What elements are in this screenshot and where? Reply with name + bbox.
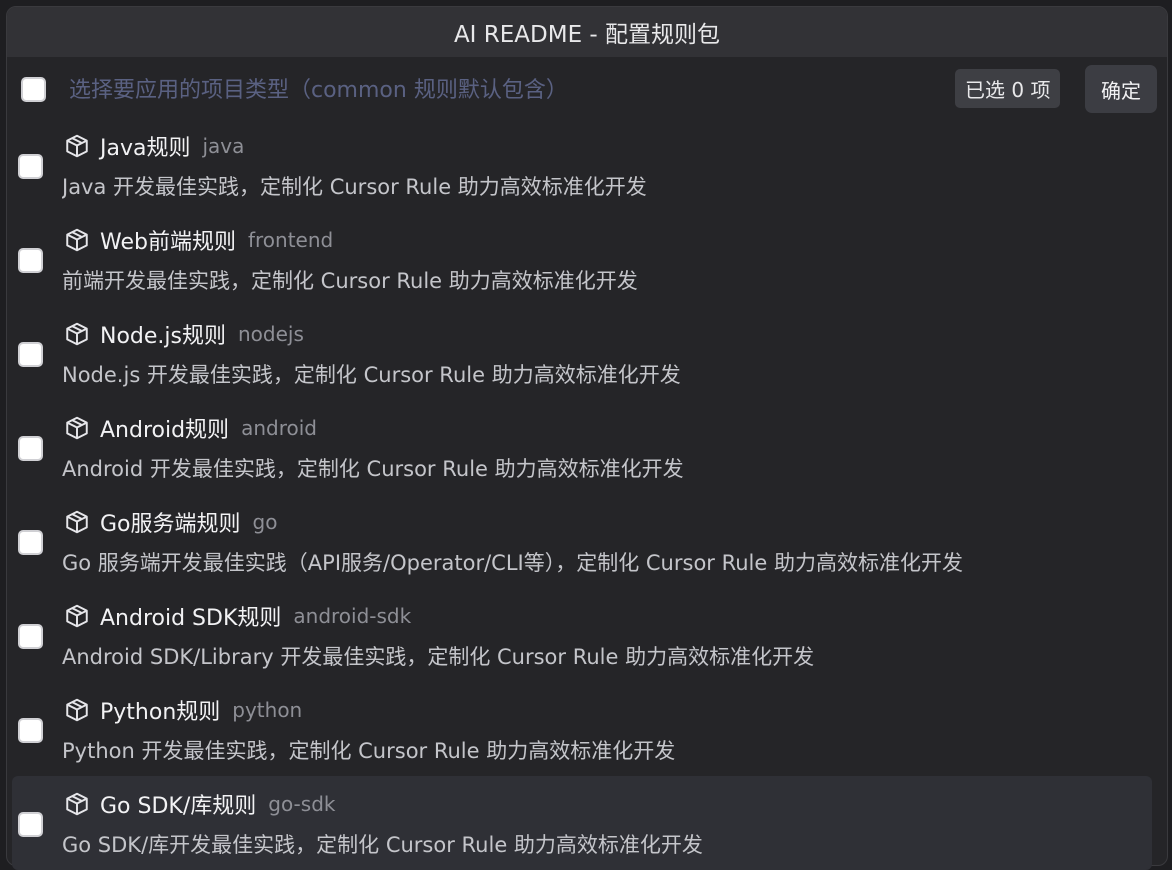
item-checkbox[interactable] (18, 530, 43, 555)
list-item[interactable]: Python规则 python Python 开发最佳实践，定制化 Cursor… (12, 682, 1152, 776)
item-name: Android规则 (100, 418, 230, 443)
list-item[interactable]: Android SDK规则 android-sdk Android SDK/Li… (12, 588, 1152, 682)
package-icon (64, 227, 90, 253)
item-name: Web前端规则 (100, 230, 236, 255)
item-name: Go服务端规则 (100, 512, 241, 537)
item-name: Android SDK规则 (100, 606, 282, 631)
package-icon (64, 415, 90, 441)
item-checkbox[interactable] (18, 624, 43, 649)
item-checkbox[interactable] (18, 812, 43, 837)
item-description: Go 服务端开发最佳实践（API服务/Operator/CLI等），定制化 Cu… (62, 551, 963, 575)
package-icon (64, 603, 90, 629)
package-icon (64, 321, 90, 347)
item-id: android-sdk (293, 604, 412, 628)
rule-list: Java规则 java Java 开发最佳实践，定制化 Cursor Rule … (12, 118, 1152, 870)
picker-header: 已选 0 项 确定 (7, 57, 1167, 121)
item-id: go (252, 510, 278, 534)
select-all-checkbox[interactable] (21, 77, 46, 102)
list-item[interactable]: Java规则 java Java 开发最佳实践，定制化 Cursor Rule … (12, 118, 1152, 212)
item-id: java (202, 134, 245, 158)
item-description: Node.js 开发最佳实践，定制化 Cursor Rule 助力高效标准化开发 (62, 363, 681, 387)
item-description: Android 开发最佳实践，定制化 Cursor Rule 助力高效标准化开发 (62, 457, 684, 481)
package-icon (64, 697, 90, 723)
item-checkbox[interactable] (18, 248, 43, 273)
item-id: android (241, 416, 317, 440)
selected-count-badge: 已选 0 项 (955, 69, 1061, 108)
item-description: Android SDK/Library 开发最佳实践，定制化 Cursor Ru… (62, 645, 815, 669)
list-item[interactable]: Web前端规则 frontend 前端开发最佳实践，定制化 Cursor Rul… (12, 212, 1152, 306)
item-checkbox[interactable] (18, 718, 43, 743)
item-checkbox[interactable] (18, 342, 43, 367)
item-name: Java规则 (100, 136, 191, 161)
item-description: 前端开发最佳实践，定制化 Cursor Rule 助力高效标准化开发 (62, 269, 638, 293)
item-description: Python 开发最佳实践，定制化 Cursor Rule 助力高效标准化开发 (62, 739, 676, 763)
list-item[interactable]: Node.js规则 nodejs Node.js 开发最佳实践，定制化 Curs… (12, 306, 1152, 400)
list-item[interactable]: Go服务端规则 go Go 服务端开发最佳实践（API服务/Operator/C… (12, 494, 1152, 588)
package-icon (64, 133, 90, 159)
list-item[interactable]: Android规则 android Android 开发最佳实践，定制化 Cur… (12, 400, 1152, 494)
package-icon (64, 509, 90, 535)
filter-input[interactable] (69, 70, 939, 110)
item-name: Go SDK/库规则 (100, 794, 257, 819)
item-id: frontend (247, 228, 334, 252)
item-checkbox[interactable] (18, 154, 43, 179)
list-item-hovered[interactable]: Go SDK/库规则 go-sdk Go SDK/库开发最佳实践，定制化 Cur… (12, 776, 1152, 870)
item-checkbox[interactable] (18, 436, 43, 461)
item-id: go-sdk (268, 792, 336, 816)
item-name: Node.js规则 (100, 324, 226, 349)
item-description: Go SDK/库开发最佳实践，定制化 Cursor Rule 助力高效标准化开发 (62, 833, 703, 857)
dialog-title: AI README - 配置规则包 (7, 7, 1167, 57)
item-description: Java 开发最佳实践，定制化 Cursor Rule 助力高效标准化开发 (62, 175, 647, 199)
item-id: nodejs (238, 322, 304, 346)
item-name: Python规则 (100, 700, 221, 725)
confirm-button[interactable]: 确定 (1085, 65, 1157, 113)
item-id: python (232, 698, 303, 722)
package-icon (64, 791, 90, 817)
